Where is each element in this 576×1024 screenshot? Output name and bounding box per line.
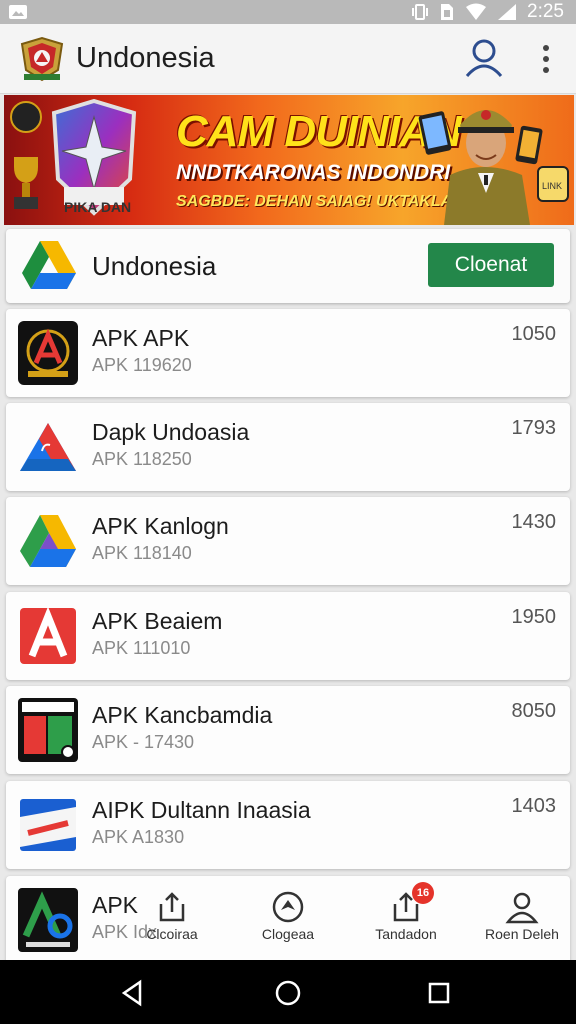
app-count: 1050 [511,323,557,345]
app-name: APK Beaiem [92,608,223,634]
drive-triangle-icon [18,509,78,573]
nav-label: Clcoiraa [146,926,198,942]
app-count: 1430 [511,511,557,533]
back-icon[interactable] [118,978,148,1008]
account-icon[interactable] [462,36,506,80]
nav-item-clogeaa[interactable]: Clogeaa [228,890,348,960]
app-subtitle: APK 119620 [92,355,192,375]
more-vert-icon[interactable] [532,40,560,80]
sim-icon [439,3,455,21]
image-icon [8,4,32,20]
app-name: Dapk Undoasia [92,419,250,445]
app-count: 1950 [511,606,557,628]
app-name: APK Kancbamdia [92,702,273,728]
share-upload-icon [346,890,466,924]
nav-label: Tandadon [375,926,437,942]
nav-item-clcoiraa[interactable]: Clcoiraa [112,890,232,960]
svg-text:LINK: LINK [542,181,562,191]
wifi-icon [465,3,487,21]
nav-label: Roen Deleh [485,926,559,942]
app-name: APK Kanlogn [92,513,229,539]
system-nav-bar [0,960,576,1024]
home-icon[interactable] [273,978,303,1008]
app-name: AIPK Dultann Inaasia [92,797,311,823]
featured-app-name: Undonesia [92,251,217,281]
list-item[interactable]: Dapk Undoasia APK 118250 1793 [6,403,570,491]
green-94-badge-icon [18,698,78,762]
list-item[interactable]: AIPK Dultann Inaasia APK A1830 1403 [6,781,570,869]
list-item[interactable]: APK Beaiem APK 111010 1950 [6,592,570,680]
soldier-illustration-icon: LINK [414,95,574,225]
app-title: Undonesia [76,42,215,74]
app-subtitle: APK - 17430 [92,732,195,752]
red-a-letter-icon [18,604,78,668]
app-count: 8050 [511,700,557,722]
person-icon [462,890,576,924]
share-upload-icon [112,890,232,924]
compass-icon [228,890,348,924]
drive-logo-icon [20,237,78,295]
list-item[interactable]: APK APK APK 119620 1050 [6,309,570,397]
nav-label: Clogeaa [261,926,315,942]
trophy-icon [8,99,44,215]
vibrate-icon [411,3,429,21]
app-count: 1403 [511,795,557,817]
app-bar: Undonesia [0,24,576,94]
status-time: 2:25 [527,1,564,22]
shield-label: PIKA DAN [64,199,132,215]
recents-icon[interactable] [424,978,454,1008]
blue-red-triangle-icon [18,415,78,479]
app-name: APK APK [92,325,190,351]
status-bar: 2:25 [0,0,576,24]
app-subtitle: APK 118140 [92,543,192,563]
banner-subline: NNDTKARONAS INDONDRI [176,161,451,184]
black-gold-a-emblem-icon [18,321,78,385]
blue-ticket-icon [18,793,78,857]
list-item[interactable]: APK Kanlogn APK 118140 1430 [6,497,570,585]
app-subtitle: APK A1830 [92,827,185,847]
app-count: 1793 [511,417,557,439]
install-button[interactable]: Cloenat [428,243,554,287]
notification-badge: 16 [412,882,434,904]
featured-app-card[interactable]: Undonesia Cloenat [6,229,570,303]
bottom-nav: Clcoiraa Clogeaa 16 Tandadon Roen Deleh [0,876,576,960]
app-subtitle: APK 111010 [92,638,191,658]
signal-icon [497,3,517,21]
app-subtitle: APK 118250 [92,449,192,469]
nav-item-roen-deleh[interactable]: Roen Deleh [462,890,576,960]
promo-banner[interactable]: PIKA DAN CAM DUINIAN NNDTKARONAS INDONDR… [4,95,574,225]
list-item[interactable]: APK Kancbamdia APK - 17430 8050 [6,686,570,774]
app-logo-icon [18,34,66,82]
nav-item-tandadon[interactable]: 16 Tandadon [346,882,466,960]
